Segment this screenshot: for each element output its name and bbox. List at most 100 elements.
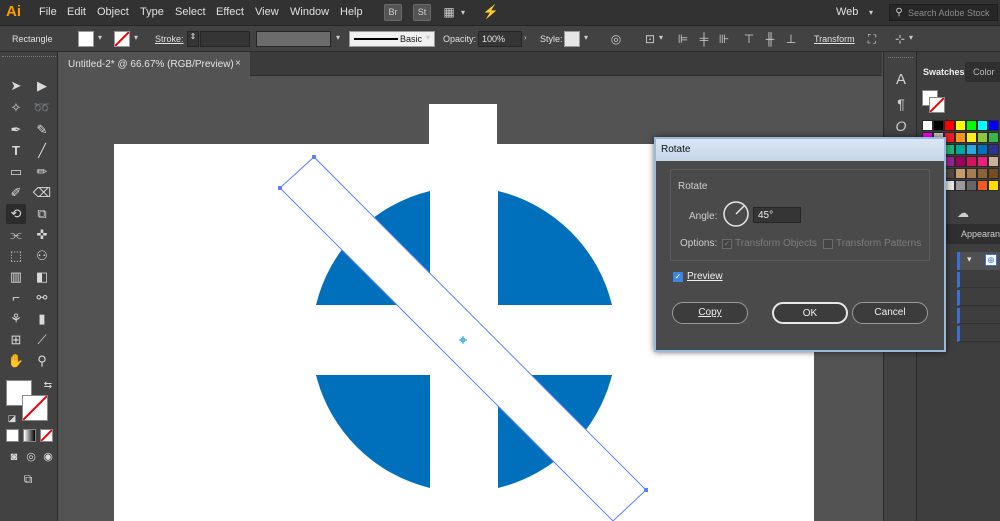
layer-row[interactable]: ▾ ⊕ [957,252,1000,270]
menu-object[interactable]: Object [97,6,129,18]
free-transform-tool-icon[interactable]: ⬚ [6,246,26,266]
layer-row[interactable] [957,290,1000,306]
color-swatch[interactable] [966,120,977,131]
magic-wand-tool-icon[interactable]: ✧ [6,98,26,118]
chevron-down-icon[interactable]: ▾ [458,5,468,21]
layer-row[interactable] [957,326,1000,342]
arrange-documents-icon[interactable]: ▦ [440,4,458,20]
color-swatch[interactable] [966,168,977,179]
swap-fill-stroke-icon[interactable]: ⇆ [38,376,58,396]
chevron-down-icon[interactable]: ▾ [909,33,919,45]
tab-appearance[interactable]: Appearance [961,229,1000,239]
swatch-stroke-preview[interactable] [929,97,945,113]
layer-row[interactable] [957,272,1000,288]
color-swatch[interactable] [988,132,999,143]
bridge-icon[interactable]: Br [384,4,402,21]
default-fill-stroke-icon[interactable]: ◪ [2,408,22,428]
chevron-down-icon[interactable]: ▾ [967,254,972,265]
tab-swatches[interactable]: Swatches [917,62,965,82]
symbol-sprayer-tool-icon[interactable]: ⚘ [6,309,26,329]
cloud-library-icon[interactable]: ☁ [953,205,973,221]
variable-width-profile[interactable] [256,31,331,47]
stroke-swatch[interactable] [114,31,130,47]
opacity-label[interactable]: Opacity: [443,34,476,44]
angle-input[interactable]: 45° [753,207,801,223]
hand-tool-icon[interactable]: ✋ [6,351,26,371]
color-swatch[interactable] [977,168,988,179]
color-swatch[interactable] [955,156,966,167]
color-swatch[interactable] [922,120,933,131]
color-swatch[interactable] [988,180,999,191]
anchor-point[interactable] [278,186,282,190]
color-swatch[interactable] [977,156,988,167]
align-left-icon[interactable]: ⊫ [675,31,691,47]
slice-tool-icon[interactable]: ⟋ [32,330,52,350]
preview-checkbox[interactable]: ✓ [673,272,683,282]
selection-tool-icon[interactable]: ➤ [6,76,26,96]
gradient-mode-icon[interactable] [23,429,36,442]
align-bottom-icon[interactable]: ⊥ [783,31,799,47]
chevron-down-icon[interactable]: ▾ [659,33,669,45]
isolate-icon[interactable]: ⛶ [863,31,881,47]
blend-tool-icon[interactable]: ⚯ [32,288,52,308]
color-swatch[interactable] [955,132,966,143]
menu-file[interactable]: File [39,6,57,18]
menu-view[interactable]: View [255,6,279,18]
align-vertical-center-icon[interactable]: ╫ [762,31,778,47]
direct-selection-tool-icon[interactable]: ▶ [32,76,52,96]
search-input[interactable]: ⚲ Search Adobe Stock [889,4,998,21]
workspace-switcher[interactable]: Web [836,6,858,18]
menu-type[interactable]: Type [140,6,164,18]
align-right-icon[interactable]: ⊪ [716,31,732,47]
chevron-down-icon[interactable]: ▾ [584,33,594,45]
menu-select[interactable]: Select [175,6,206,18]
layer-target-icon[interactable]: ⊕ [985,254,997,266]
transform-objects-checkbox[interactable]: ✓ [722,239,732,249]
color-mode-icon[interactable] [6,429,19,442]
dialog-title[interactable]: Rotate [656,139,944,161]
angle-dial-icon[interactable] [722,200,750,228]
menu-edit[interactable]: Edit [67,6,86,18]
panel-menu-icon[interactable]: ⊹ [891,31,909,47]
menu-effect[interactable]: Effect [216,6,244,18]
color-swatch[interactable] [988,156,999,167]
gradient-tool-icon[interactable]: ◧ [32,267,52,287]
column-graph-tool-icon[interactable]: ▮ [32,309,52,329]
chevron-down-icon[interactable]: ▾ [426,33,436,45]
shape-builder-tool-icon[interactable]: ⚇ [32,246,52,266]
copy-button[interactable]: Copy [672,302,748,324]
chevron-down-icon[interactable]: ▾ [866,5,876,21]
color-swatch[interactable] [977,132,988,143]
width-tool-icon[interactable]: ⫘ [6,225,26,245]
color-swatch[interactable] [988,120,999,131]
fill-swatch[interactable] [78,31,94,47]
type-tool-icon[interactable]: T [6,141,26,161]
gpu-performance-icon[interactable]: ⚡ [481,4,501,20]
ok-button[interactable]: OK [772,302,848,324]
shaper-tool-icon[interactable]: ✐ [6,183,26,203]
color-swatch[interactable] [955,120,966,131]
curvature-tool-icon[interactable]: ✎ [32,120,52,140]
menu-help[interactable]: Help [340,6,363,18]
transform-link[interactable]: Transform [814,34,855,44]
color-swatch[interactable] [955,144,966,155]
cancel-button[interactable]: Cancel [852,302,928,324]
stroke-weight-field[interactable] [200,31,250,47]
eyedropper-tool-icon[interactable]: ⌐ [6,288,26,308]
screen-mode-icon[interactable]: ⧉ [18,469,38,489]
scale-tool-icon[interactable]: ⧉ [32,204,52,224]
color-swatch[interactable] [988,168,999,179]
opentype-icon[interactable]: O [891,118,911,134]
brush-definition[interactable]: Basic [349,31,435,47]
color-swatch[interactable] [977,180,988,191]
color-swatch[interactable] [966,156,977,167]
rectangle-tool-icon[interactable]: ▭ [6,162,26,182]
color-swatch[interactable] [955,180,966,191]
panel-grip[interactable] [888,57,913,60]
color-swatch[interactable] [944,120,955,131]
stock-icon[interactable]: St [413,4,431,21]
opacity-field[interactable]: 100% [478,31,522,47]
stroke-stepper[interactable]: ⇕ [187,31,199,47]
chevron-right-icon[interactable]: › [524,33,534,45]
chevron-down-icon[interactable]: ▾ [134,33,144,45]
